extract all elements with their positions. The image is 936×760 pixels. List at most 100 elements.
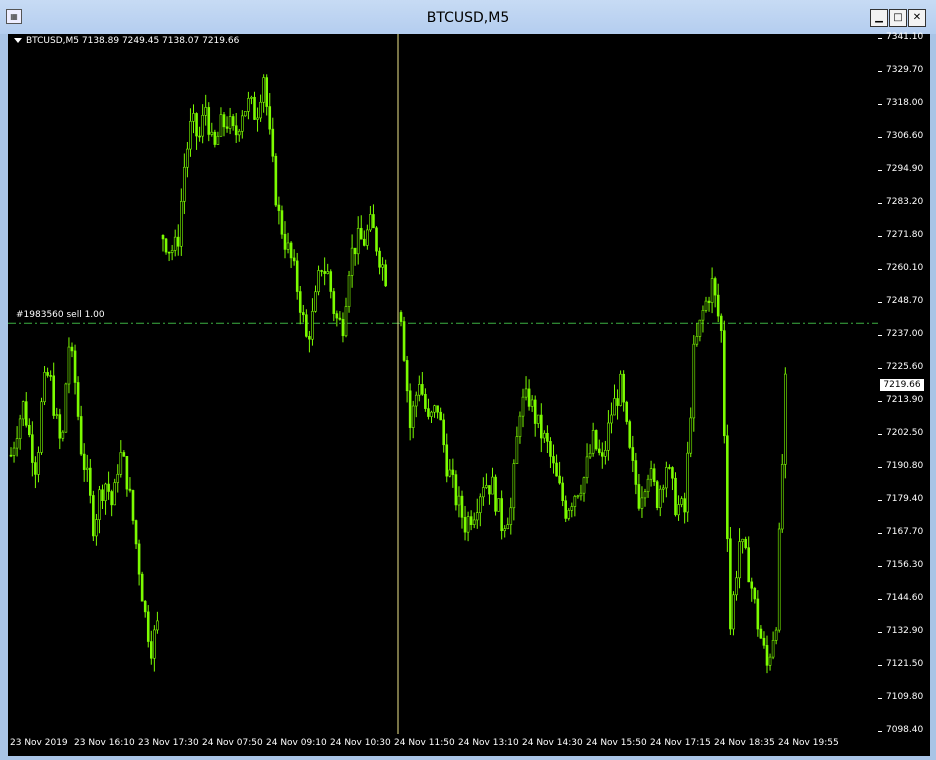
candle-body <box>716 294 720 317</box>
title-bar: ▦ BTCUSD,M5 ▁ □ ✕ <box>0 0 936 34</box>
candle-body <box>73 350 77 383</box>
candle-body <box>539 414 543 439</box>
candle-body <box>49 375 52 377</box>
candle-body <box>344 306 348 337</box>
candle-body <box>552 456 555 464</box>
candle-body <box>9 454 13 457</box>
candle-body <box>265 77 269 107</box>
candle-body <box>582 477 586 494</box>
candle-body <box>622 373 625 403</box>
candle-body <box>665 467 668 489</box>
candle-body <box>500 498 503 532</box>
candle-body <box>671 467 674 479</box>
window-title: BTCUSD,M5 <box>426 10 510 26</box>
candle-body <box>192 113 195 122</box>
price-tick-mark <box>878 38 882 39</box>
price-tick-mark <box>878 70 882 72</box>
candle-body <box>518 415 522 437</box>
candle-body <box>40 401 43 453</box>
price-tick-label: 7341.10 <box>886 32 924 42</box>
candle-body <box>402 321 406 361</box>
candle-body <box>274 155 278 206</box>
candle-body <box>31 434 34 463</box>
close-button[interactable]: ✕ <box>908 9 926 27</box>
candle-body <box>52 375 56 416</box>
candle-body <box>433 405 436 413</box>
candle-body <box>183 166 186 202</box>
candle-body <box>625 401 629 422</box>
candle-body <box>689 417 693 454</box>
candle-body <box>570 506 574 511</box>
time-tick-label: 23 Nov 2019 <box>10 738 68 748</box>
candle-body <box>588 452 592 458</box>
candle-body <box>308 336 311 340</box>
candle-body <box>323 271 326 274</box>
candle-body <box>683 498 686 513</box>
dropdown-triangle-icon[interactable] <box>14 38 22 43</box>
candle-body <box>506 524 510 530</box>
time-scale[interactable]: 23 Nov 2019 23 Nov 16:10 23 Nov 17:30 24 No… <box>8 734 930 756</box>
candle-body <box>399 312 403 322</box>
candle-body <box>750 581 754 589</box>
candle-body <box>710 278 714 303</box>
candle-body <box>286 242 290 250</box>
candle-body <box>341 319 345 337</box>
candlestick-chart[interactable] <box>8 34 878 734</box>
price-tick-label: 7144.60 <box>886 593 924 604</box>
candle-body <box>37 452 40 475</box>
candle-body <box>353 247 357 255</box>
candle-body <box>668 467 671 469</box>
candle-body <box>765 645 769 666</box>
price-scale[interactable]: 7341.10 7329.70 7318.00 7306.60 7294.90 7283.… <box>878 32 930 735</box>
candle-body <box>454 474 458 506</box>
candle-body <box>237 130 241 136</box>
candle-body <box>482 487 485 498</box>
price-tick-label: 7213.90 <box>886 395 924 406</box>
candle-body <box>366 229 369 246</box>
price-tick-mark <box>878 136 882 138</box>
candle-body <box>546 432 549 442</box>
candle-body <box>759 628 763 639</box>
candle-body <box>362 238 366 246</box>
candle-body <box>655 481 659 508</box>
candle-body <box>277 204 281 211</box>
candle-body <box>521 396 525 417</box>
candle-body <box>92 495 95 537</box>
candle-body <box>619 373 622 406</box>
candle-body <box>89 467 92 496</box>
candle-body <box>295 260 299 292</box>
price-tick-mark <box>878 235 882 237</box>
candle-body <box>628 421 632 448</box>
candle-body <box>231 116 235 127</box>
candle-body <box>314 291 317 312</box>
candle-body <box>143 600 147 613</box>
candle-body <box>241 115 244 132</box>
candle-body <box>649 468 653 480</box>
candle-body <box>594 430 598 450</box>
candle-body <box>768 656 772 666</box>
candle-body <box>783 373 787 465</box>
candle-body <box>576 495 580 498</box>
candle-body <box>15 438 19 449</box>
candle-body <box>122 452 126 457</box>
time-tick-label: 24 Nov 11:50 <box>394 738 455 748</box>
minimize-button[interactable]: ▁ <box>870 9 888 27</box>
maximize-button[interactable]: □ <box>889 9 907 27</box>
price-tick-mark <box>878 599 882 601</box>
candle-body <box>250 96 253 99</box>
price-tick-label: 7271.80 <box>886 229 924 240</box>
candle-body <box>146 611 150 642</box>
candle-body <box>326 271 330 274</box>
candle-body <box>695 336 699 345</box>
candle-body <box>219 114 223 137</box>
candle-body <box>674 477 677 516</box>
candle-body <box>271 128 275 157</box>
candle-body <box>451 469 455 475</box>
candle-body <box>472 519 476 525</box>
candle-body <box>463 517 467 533</box>
candle-body <box>381 264 384 268</box>
candle-body <box>305 314 308 337</box>
chart-area[interactable]: BTCUSD,M5 7138.89 7249.45 7138.07 7219.6… <box>8 34 878 734</box>
candle-body <box>170 250 174 253</box>
candle-body <box>408 390 412 428</box>
